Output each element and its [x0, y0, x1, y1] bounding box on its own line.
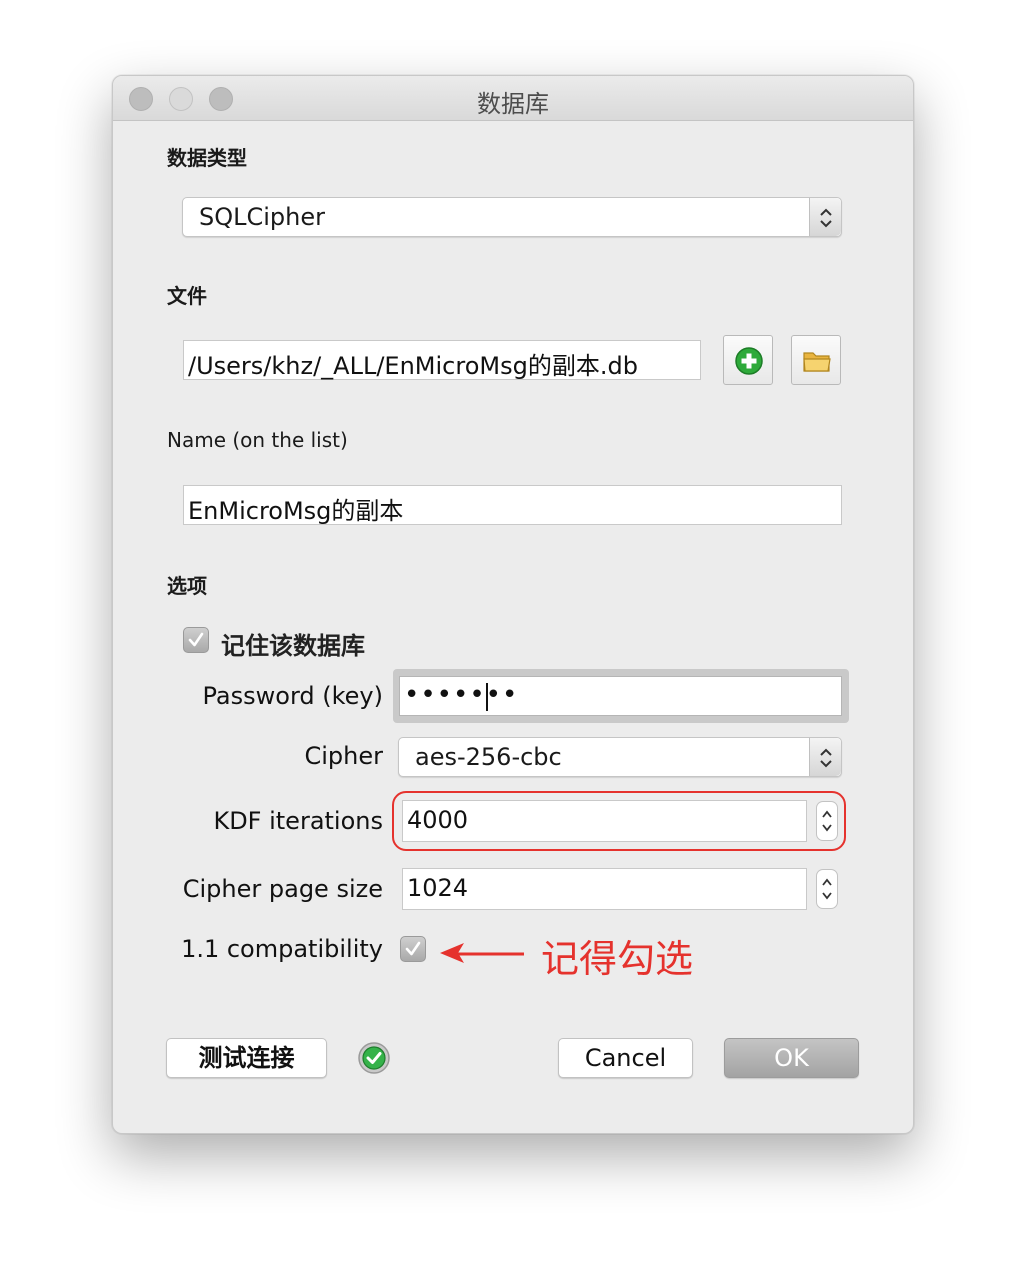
checkmark-icon — [188, 632, 204, 647]
remember-checkbox[interactable] — [183, 627, 209, 653]
page-size-label: Cipher page size — [182, 875, 383, 903]
cipher-dropdown-arrows[interactable] — [809, 738, 841, 776]
plus-circle-icon — [735, 347, 763, 375]
check-circle-icon — [358, 1042, 390, 1074]
add-file-button[interactable] — [723, 335, 773, 385]
password-field[interactable]: ••••••• — [399, 676, 842, 716]
file-label: 文件 — [167, 284, 207, 308]
checkmark-icon — [405, 941, 421, 956]
folder-icon — [803, 352, 831, 372]
kdf-label: KDF iterations — [213, 807, 383, 835]
annotation-arrow-icon — [440, 943, 524, 963]
cancel-button[interactable]: Cancel — [558, 1038, 693, 1078]
page-size-stepper[interactable] — [816, 869, 838, 909]
test-connection-button[interactable]: 测试连接 — [166, 1038, 327, 1078]
chevron-up-down-icon — [820, 208, 832, 228]
highlight-outline — [392, 791, 846, 851]
annotation-text: 记得勾选 — [541, 937, 694, 981]
chevron-up-down-icon — [820, 748, 832, 768]
options-label: 选项 — [167, 574, 207, 598]
db-type-label: 数据类型 — [167, 146, 247, 170]
cipher-value: aes-256-cbc — [415, 743, 562, 771]
title-bar: 数据库 — [113, 76, 913, 121]
window-title: 数据库 — [477, 90, 549, 118]
compat-label: 1.1 compatibility — [181, 935, 383, 963]
password-label: Password (key) — [202, 682, 383, 710]
name-field[interactable]: EnMicroMsg的副本 — [183, 485, 842, 525]
remember-label: 记住该数据库 — [221, 632, 365, 660]
page-size-value: 1024 — [407, 874, 469, 902]
ok-button[interactable]: OK — [724, 1038, 859, 1078]
browse-file-button[interactable] — [791, 335, 841, 385]
page-size-field[interactable]: 1024 — [402, 868, 807, 910]
compat-checkbox[interactable] — [400, 936, 426, 962]
cipher-select[interactable]: aes-256-cbc — [398, 737, 842, 777]
cipher-label: Cipher — [304, 742, 383, 770]
name-label: Name (on the list) — [167, 428, 348, 452]
text-cursor — [486, 683, 488, 711]
file-path-value: /Users/khz/_ALL/EnMicroMsg的副本.db — [188, 352, 638, 380]
password-value: ••••••• — [404, 680, 519, 710]
database-dialog: 数据库 数据类型 SQLCipher 文件 /Users/khz/_ALL/En… — [112, 75, 914, 1134]
file-path-field[interactable]: /Users/khz/_ALL/EnMicroMsg的副本.db — [183, 340, 701, 380]
db-type-value: SQLCipher — [199, 203, 325, 231]
stepper-arrows-icon — [822, 878, 832, 900]
db-type-select[interactable]: SQLCipher — [182, 197, 842, 237]
db-type-dropdown-arrows[interactable] — [809, 198, 841, 236]
name-value: EnMicroMsg的副本 — [188, 497, 404, 525]
